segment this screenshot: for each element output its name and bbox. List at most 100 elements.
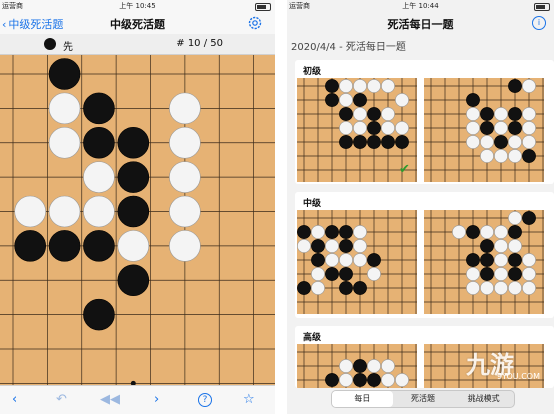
mode-segmented-control[interactable]: 每日 死活题 挑战模式 (331, 390, 515, 408)
black-stone (367, 373, 381, 387)
white-stone (169, 126, 201, 159)
white-stone (494, 253, 508, 267)
white-stone (381, 359, 395, 373)
clock: 上午 10:44 (402, 2, 439, 10)
black-stone (339, 107, 353, 121)
white-stone (522, 79, 536, 93)
go-board[interactable] (0, 55, 275, 388)
white-stone (48, 92, 81, 125)
section-card-beginner[interactable]: 初级 ✔ (295, 60, 554, 184)
white-stone (353, 121, 367, 135)
problem-counter: # 10 / 50 (176, 38, 223, 49)
white-stone (494, 239, 508, 253)
black-stone (339, 267, 353, 281)
black-stone (508, 79, 522, 93)
white-stone (522, 281, 536, 295)
section-card-intermediate[interactable]: 中级 (295, 192, 554, 318)
black-stone (339, 225, 353, 239)
white-stone (353, 225, 367, 239)
black-stone (480, 253, 494, 267)
black-stone (339, 135, 353, 149)
white-stone (48, 195, 81, 228)
nav-bar: 死活每日一题 i (287, 12, 554, 34)
black-stone (367, 253, 381, 267)
black-stone (297, 281, 311, 295)
black-stone (339, 281, 353, 295)
black-stone (117, 161, 150, 193)
gear-icon[interactable] (247, 15, 263, 31)
star-icon[interactable]: ☆ (243, 392, 255, 407)
white-stone (452, 225, 466, 239)
white-stone (367, 267, 381, 281)
problem-thumbnail[interactable] (297, 344, 417, 388)
page-title: 中级死活题 (110, 18, 165, 31)
black-stone (117, 126, 150, 159)
segment-life-death[interactable]: 死活题 (393, 391, 454, 407)
problem-thumbnail[interactable] (424, 210, 544, 314)
next-problem-icon[interactable]: › (154, 392, 159, 407)
white-stone (508, 281, 522, 295)
black-stone (494, 135, 508, 149)
black-stone (325, 267, 339, 281)
problem-thumbnail[interactable] (424, 78, 544, 182)
black-stone (480, 121, 494, 135)
problem-thumbnail[interactable] (297, 210, 417, 314)
white-stone (14, 195, 46, 228)
page-title: 死活每日一题 (387, 18, 454, 31)
black-stone (311, 239, 325, 253)
black-stone (311, 253, 325, 267)
black-stone (480, 267, 494, 281)
white-stone (395, 121, 409, 135)
white-stone (494, 281, 508, 295)
checkmark-icon: ✔ (399, 162, 410, 177)
watermark-sub: 9YOU.COM (496, 372, 540, 381)
black-stone (117, 195, 150, 228)
black-stone (508, 225, 522, 239)
white-stone (480, 225, 494, 239)
black-stone (339, 239, 353, 253)
segment-daily[interactable]: 每日 (332, 391, 393, 407)
white-stone (466, 107, 480, 121)
black-stone (466, 253, 480, 267)
black-stone (48, 230, 81, 262)
black-stone (83, 298, 115, 331)
white-stone (522, 253, 536, 267)
white-stone (339, 93, 353, 107)
black-stone (367, 135, 381, 149)
black-stone (480, 239, 494, 253)
white-stone (169, 195, 201, 228)
problem-info-bar: 先 # 10 / 50 (0, 34, 275, 55)
black-stone (367, 107, 381, 121)
bottom-toolbar: ‹ ↶ ◀◀ › ? ☆ (0, 385, 275, 414)
black-stone (466, 93, 480, 107)
status-bar: 运营商 上午 10:45 (0, 0, 275, 12)
section-label: 高级 (303, 333, 322, 343)
white-stone (169, 161, 201, 193)
black-stone (353, 281, 367, 295)
black-stone (480, 107, 494, 121)
black-stone (83, 230, 115, 262)
to-play-label: 先 (63, 42, 73, 53)
black-stone (83, 92, 115, 125)
info-icon[interactable]: i (532, 16, 546, 30)
white-stone (480, 281, 494, 295)
segment-challenge[interactable]: 挑战模式 (453, 391, 514, 407)
white-stone (494, 149, 508, 163)
nav-bar: ‹ 中级死活题 中级死活题 (0, 12, 275, 34)
rewind-icon[interactable]: ◀◀ (100, 392, 120, 407)
clock: 上午 10:45 (119, 2, 156, 10)
white-stone (339, 373, 353, 387)
white-stone (381, 373, 395, 387)
white-stone (367, 359, 381, 373)
prev-problem-icon[interactable]: ‹ (12, 392, 17, 407)
black-stone (325, 79, 339, 93)
black-stone (325, 225, 339, 239)
help-icon[interactable]: ? (198, 393, 212, 407)
black-stone (508, 267, 522, 281)
undo-icon[interactable]: ↶ (56, 392, 67, 407)
white-stone (117, 230, 150, 262)
black-stone (508, 253, 522, 267)
white-stone (395, 93, 409, 107)
black-stone (522, 211, 536, 225)
white-stone (48, 126, 81, 159)
